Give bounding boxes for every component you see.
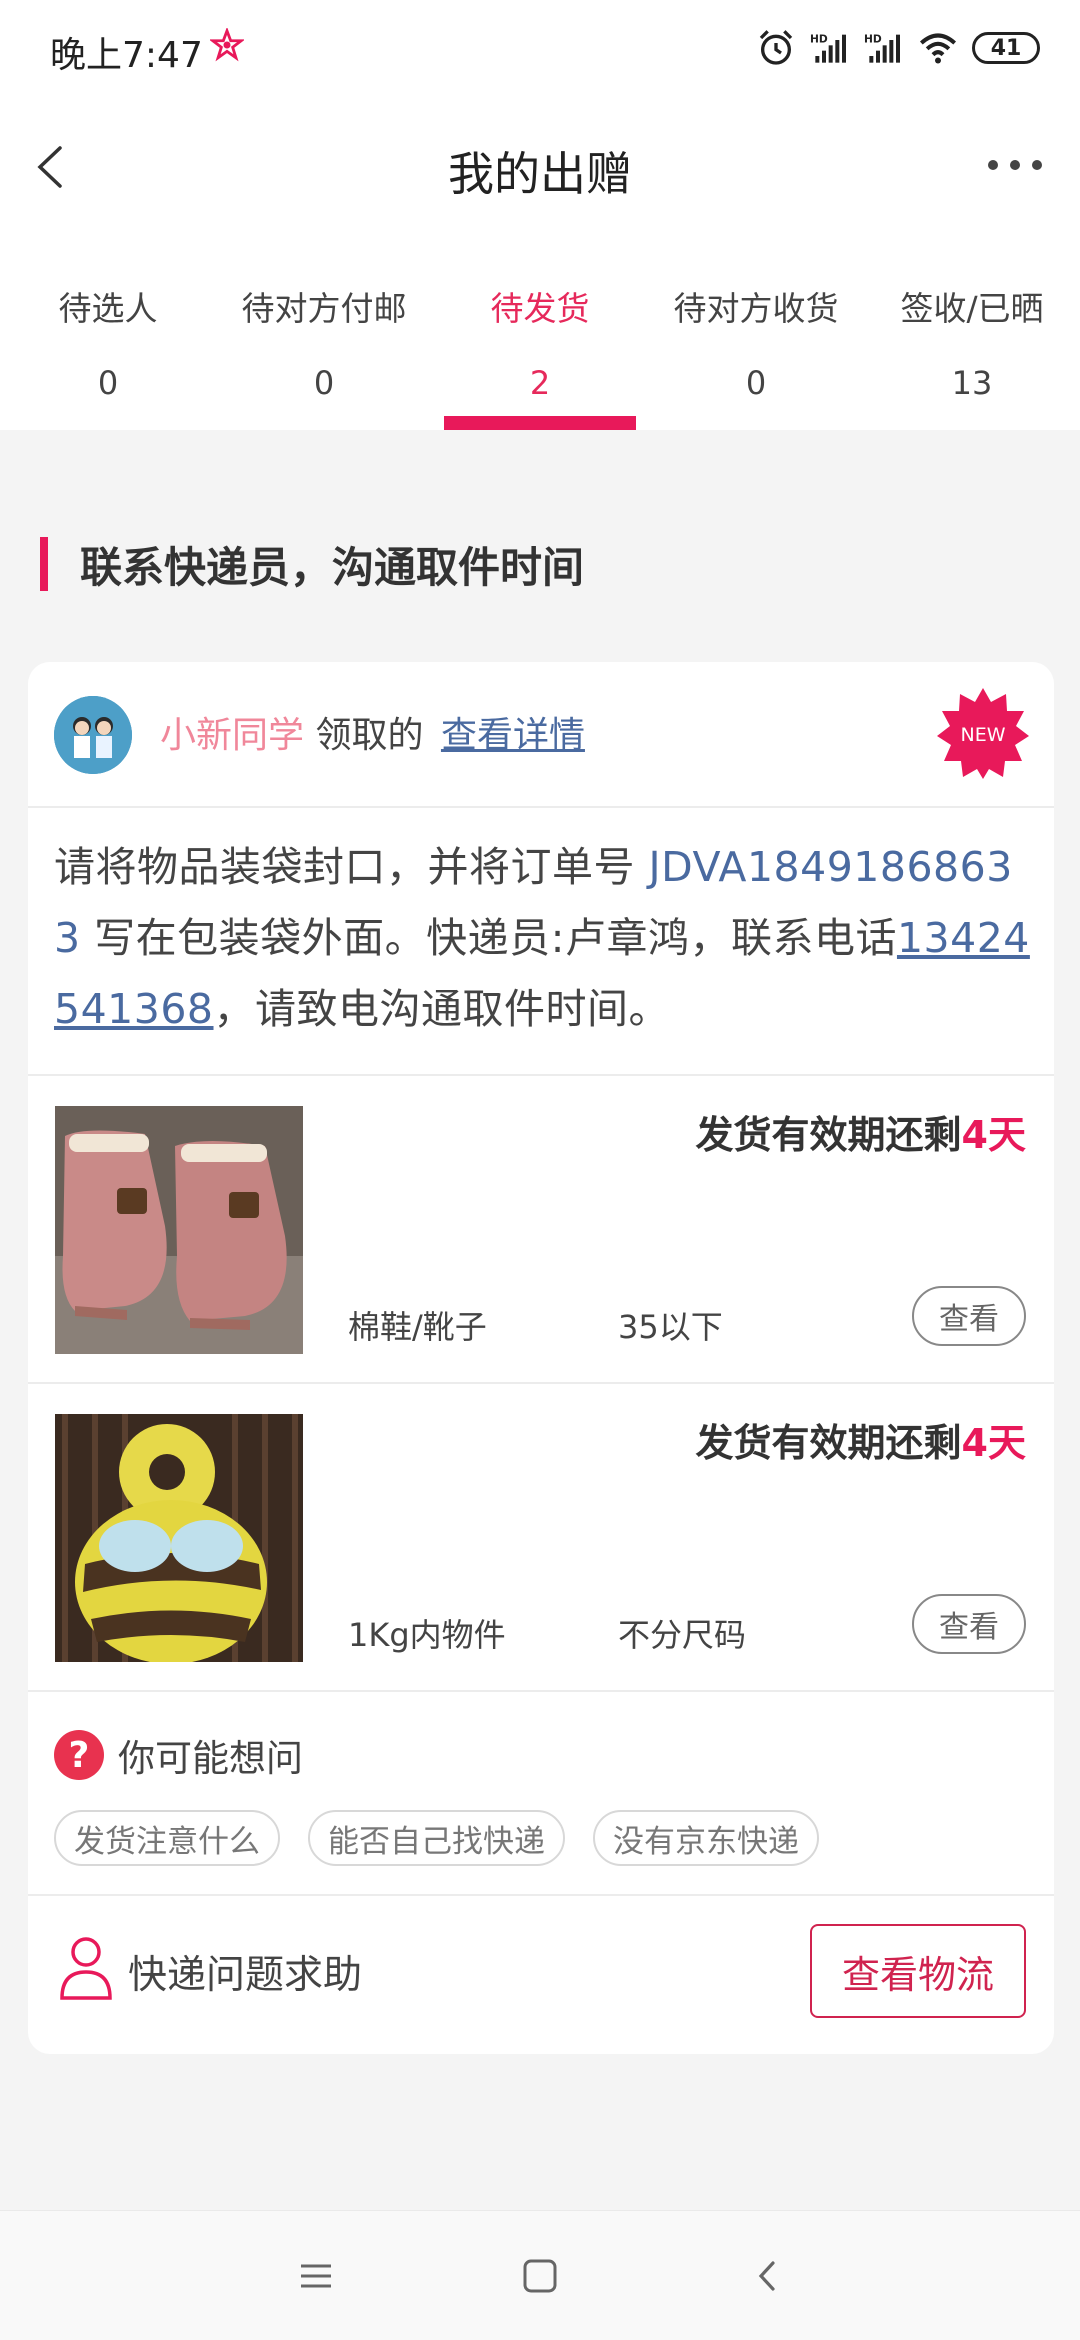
faq-chips: 发货注意什么 能否自己找快递 没有京东快递	[54, 1810, 819, 1866]
question-icon: ?	[54, 1730, 104, 1780]
item-category: 1Kg内物件	[348, 1616, 506, 1654]
section-title: 联系快递员，沟通取件时间	[80, 542, 585, 592]
instruction-part2: 写在包装袋外面。快递员:卢章鸿，联系电话	[80, 914, 897, 962]
tab-count: 0	[745, 364, 767, 402]
faq-chip[interactable]: 发货注意什么	[54, 1810, 280, 1866]
shipping-deadline: 发货有效期还剩4天	[696, 1412, 1026, 1467]
item-photo-bee-pillow[interactable]	[55, 1414, 303, 1662]
view-item-button[interactable]: 查看	[912, 1286, 1026, 1346]
tab-count: 0	[313, 364, 335, 402]
courier-help-link[interactable]: 快递问题求助	[128, 1944, 362, 2000]
bee-pillow-image	[55, 1414, 303, 1662]
avatar-image	[54, 696, 132, 774]
system-nav-bar	[0, 2210, 1080, 2340]
hd-label: HD	[810, 33, 828, 46]
instruction-part1: 请将物品装袋封口，并将订单号	[54, 843, 649, 891]
back-nav-icon[interactable]	[743, 2251, 793, 2301]
deadline-prefix: 发货有效期还剩	[695, 1113, 962, 1157]
instruction-part3: ，请致电沟通取件时间。	[213, 985, 671, 1033]
deadline-days: 4天	[961, 1113, 1026, 1157]
hd-label: HD	[864, 33, 882, 46]
person-icon[interactable]	[58, 1934, 114, 2000]
battery-indicator: 41	[972, 32, 1040, 64]
shipping-deadline: 发货有效期还剩4天	[696, 1104, 1026, 1159]
title-bar: 我的出赠	[0, 110, 1080, 220]
tab-awaiting-postage[interactable]: 待对方付邮 0	[216, 270, 432, 430]
faq-header: ? 你可能想问	[54, 1728, 303, 1782]
new-badge: NEW	[936, 686, 1030, 780]
item-size: 35以下	[618, 1308, 723, 1346]
new-burst-icon: NEW	[937, 688, 1029, 779]
deadline-days: 4天	[961, 1421, 1026, 1465]
tab-label: 签收/已晒	[900, 289, 1044, 328]
tab-label: 待对方收货	[673, 289, 839, 328]
shipping-instruction: 请将物品装袋封口，并将订单号 JDVA18491868633 写在包装袋外面。快…	[54, 832, 1034, 1045]
item-size: 不分尺码	[618, 1616, 747, 1654]
tab-label: 待对方付邮	[241, 289, 407, 328]
signal-hd-icon: HD	[810, 33, 846, 63]
tab-count: 2	[529, 364, 551, 402]
section-accent-bar	[40, 537, 48, 591]
home-square-icon[interactable]	[515, 2251, 565, 2301]
status-icons: HD HD 41	[756, 26, 1040, 70]
dot	[1010, 160, 1020, 170]
star-icon	[210, 28, 244, 62]
faq-chip[interactable]: 能否自己找快递	[308, 1810, 565, 1866]
avatar[interactable]	[54, 696, 132, 774]
view-logistics-button[interactable]: 查看物流	[810, 1924, 1026, 2018]
page-title: 我的出赠	[448, 147, 632, 201]
claim-row: 小新同学 领取的 查看详情 NEW	[28, 662, 1054, 808]
faq-chip[interactable]: 没有京东快递	[593, 1810, 819, 1866]
deadline-prefix: 发货有效期还剩	[695, 1421, 962, 1465]
claimer-name[interactable]: 小新同学	[160, 715, 304, 756]
item-category: 棉鞋/靴子	[348, 1308, 487, 1346]
status-tabs: 待选人 0 待对方付邮 0 待发货 2 待对方收货 0 签收/已晒 13	[0, 270, 1080, 430]
tab-awaiting-selection[interactable]: 待选人 0	[0, 270, 216, 430]
claim-suffix: 领取的	[315, 715, 424, 756]
active-tab-indicator	[444, 416, 636, 430]
section-header: 联系快递员，沟通取件时间	[40, 536, 584, 592]
boots-image	[55, 1106, 303, 1354]
tab-label: 待发货	[490, 289, 590, 328]
faq-title: 你可能想问	[118, 1737, 303, 1780]
shipment-card: 小新同学 领取的 查看详情 NEW 请将物品装袋封口，并将订单号 JDVA184…	[28, 662, 1054, 2054]
view-details-link[interactable]: 查看详情	[441, 715, 585, 756]
dot	[988, 160, 998, 170]
battery-level: 41	[990, 35, 1022, 61]
item-photo-boots[interactable]	[55, 1106, 303, 1354]
dot	[1032, 160, 1042, 170]
view-item-button[interactable]: 查看	[912, 1594, 1026, 1654]
tab-count: 0	[97, 364, 119, 402]
tab-received-shared[interactable]: 签收/已晒 13	[864, 270, 1080, 430]
alarm-icon	[759, 30, 793, 65]
claim-text: 小新同学 领取的 查看详情	[160, 706, 585, 758]
faq-section: ? 你可能想问 发货注意什么 能否自己找快递 没有京东快递	[28, 1690, 1054, 1894]
status-bar: 晚上7:47 HD HD 41	[0, 0, 1080, 96]
item-row[interactable]: 发货有效期还剩4天 1Kg内物件 不分尺码 查看	[28, 1382, 1054, 1690]
status-time: 晚上7:47	[50, 35, 203, 76]
item-row[interactable]: 发货有效期还剩4天 棉鞋/靴子 35以下 查看	[28, 1074, 1054, 1382]
menu-icon[interactable]	[291, 2251, 341, 2301]
courier-help-row: 快递问题求助 查看物流	[28, 1894, 1054, 2054]
tab-awaiting-shipment[interactable]: 待发货 2	[432, 270, 648, 430]
tab-label: 待选人	[58, 289, 158, 328]
tab-awaiting-receipt[interactable]: 待对方收货 0	[648, 270, 864, 430]
wifi-icon	[919, 33, 957, 64]
new-badge-label: NEW	[960, 724, 1005, 746]
more-dots-icon[interactable]	[980, 140, 1050, 190]
tab-count: 13	[951, 364, 993, 402]
signal-hd-icon-2: HD	[864, 33, 900, 63]
